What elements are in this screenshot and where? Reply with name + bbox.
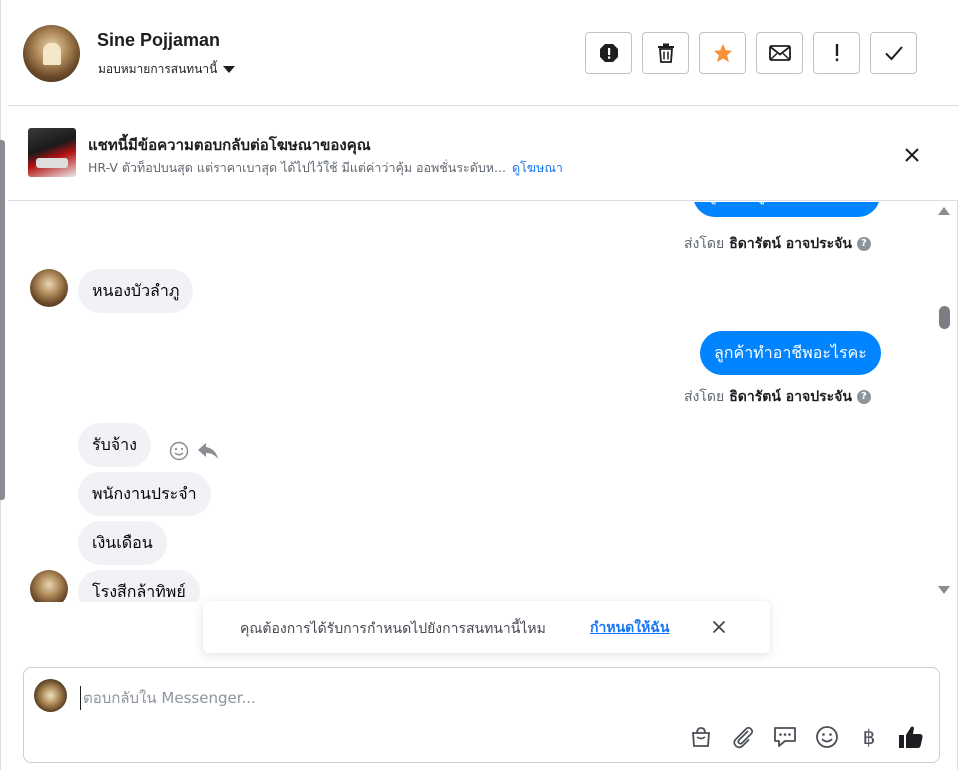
sent-by-prefix: ส่งโดย — [684, 236, 725, 252]
important-button[interactable] — [813, 32, 860, 74]
envelope-icon — [768, 45, 791, 61]
trash-icon — [657, 43, 674, 63]
message-bubble-incoming[interactable]: หนองบัวลำภู — [78, 269, 194, 313]
header-actions — [585, 32, 917, 74]
saved-replies-button[interactable] — [772, 724, 798, 750]
message-bubble-incoming[interactable]: เงินเดือน — [78, 521, 167, 565]
sent-by-prefix: ส่งโดย — [684, 389, 725, 405]
ad-banner-subtitle: HR-V ตัวท็อปบนสุด แต่ราคาเบาสุด ได้ไปไว้… — [88, 158, 563, 178]
caret-down-icon — [223, 66, 236, 73]
message-bubble-incoming[interactable]: โรงสีกล้าทิพย์ — [78, 570, 200, 602]
assign-prompt-text: คุณต้องการได้รับการกำหนดไปยังการสนทนานี้… — [240, 621, 546, 637]
scrollbar-thumb[interactable] — [939, 306, 950, 329]
message-bubble-outgoing[interactable]: ลูกค้าทำอาชีพอะไรคะ — [700, 331, 881, 375]
reply-composer: ฿ — [23, 667, 940, 763]
scroll-up-arrow[interactable] — [938, 207, 950, 215]
close-banner-button[interactable] — [898, 141, 926, 169]
ad-banner-title: แชทนี้มีข้อความตอบกลับต่อโฆษณาของคุณ — [88, 136, 371, 154]
close-icon — [905, 148, 919, 162]
like-button[interactable] — [898, 724, 924, 750]
ad-description: HR-V ตัวท็อปบนสุด แต่ราคาเบาสุด ได้ไปไว้… — [88, 160, 506, 175]
assign-to-me-link[interactable]: กำหนดให้ฉัน — [590, 617, 669, 639]
sent-by-name: ธิดารัตน์ อาจประจัน — [729, 389, 852, 405]
help-icon[interactable]: ? — [856, 390, 871, 404]
assign-label: มอบหมายการสนทนานี้ — [98, 62, 218, 76]
message-bubble-outgoing[interactable]: ลูกค้าอยู่จังหวัดอะไรคะ — [693, 202, 881, 217]
view-ad-link[interactable]: ดูโฆษณา — [512, 160, 563, 175]
emoji-icon — [816, 726, 838, 748]
conversation-header: Sine Pojjaman มอบหมายการสนทนานี้ — [8, 0, 958, 106]
contact-avatar[interactable] — [23, 25, 80, 82]
spam-button[interactable] — [585, 32, 632, 74]
sent-by-label: ส่งโดย ธิดารัตน์ อาจประจัน ? — [684, 233, 871, 255]
help-icon[interactable]: ? — [856, 237, 871, 251]
contact-avatar-small[interactable] — [30, 269, 68, 307]
message-thread[interactable]: ลูกค้าอยู่จังหวัดอะไรคะ ส่งโดย ธิดารัตน์… — [8, 202, 936, 602]
checkmark-icon — [884, 46, 903, 61]
follow-up-button[interactable] — [699, 32, 746, 74]
ad-thumbnail[interactable] — [28, 128, 76, 177]
page-avatar — [34, 679, 67, 712]
sent-by-label: ส่งโดย ธิดารัตน์ อาจประจัน ? — [684, 386, 871, 408]
mark-done-button[interactable] — [870, 32, 917, 74]
assign-prompt-toast: คุณต้องการได้รับการกำหนดไปยังการสนทนานี้… — [203, 601, 770, 653]
message-actions — [169, 441, 219, 461]
emoji-reaction-icon[interactable] — [169, 441, 189, 461]
alert-octagon-icon — [599, 44, 618, 62]
reply-input[interactable] — [80, 686, 900, 710]
message-bubble-incoming[interactable]: พนักงานประจำ — [78, 472, 211, 516]
reply-icon[interactable] — [197, 441, 219, 461]
mark-unread-button[interactable] — [756, 32, 803, 74]
thumbs-up-icon — [899, 726, 923, 748]
star-icon — [713, 43, 732, 63]
assign-conversation-dropdown[interactable]: มอบหมายการสนทนานี้ — [98, 60, 236, 79]
message-bubble-incoming[interactable]: รับจ้าง — [78, 423, 151, 467]
emoji-button[interactable] — [814, 724, 840, 750]
baht-icon: ฿ — [862, 725, 876, 749]
bag-icon — [692, 727, 710, 747]
toast-close-button[interactable] — [707, 615, 731, 639]
shop-button[interactable] — [688, 724, 714, 750]
exclamation-icon — [835, 44, 838, 62]
contact-avatar-small[interactable] — [30, 570, 68, 602]
payment-button[interactable]: ฿ — [856, 724, 882, 750]
close-icon — [712, 620, 726, 634]
delete-button[interactable] — [642, 32, 689, 74]
left-scroll-rail[interactable] — [0, 140, 5, 500]
paperclip-icon — [733, 726, 754, 749]
sent-by-name: ธิดารัตน์ อาจประจัน — [729, 236, 852, 252]
attach-button[interactable] — [730, 724, 756, 750]
composer-toolbar: ฿ — [688, 724, 924, 750]
saved-reply-icon — [774, 727, 796, 747]
ad-reply-banner: แชทนี้มีข้อความตอบกลับต่อโฆษณาของคุณ HR-… — [8, 107, 958, 201]
scroll-down-arrow[interactable] — [938, 586, 950, 594]
contact-name[interactable]: Sine Pojjaman — [97, 30, 220, 51]
